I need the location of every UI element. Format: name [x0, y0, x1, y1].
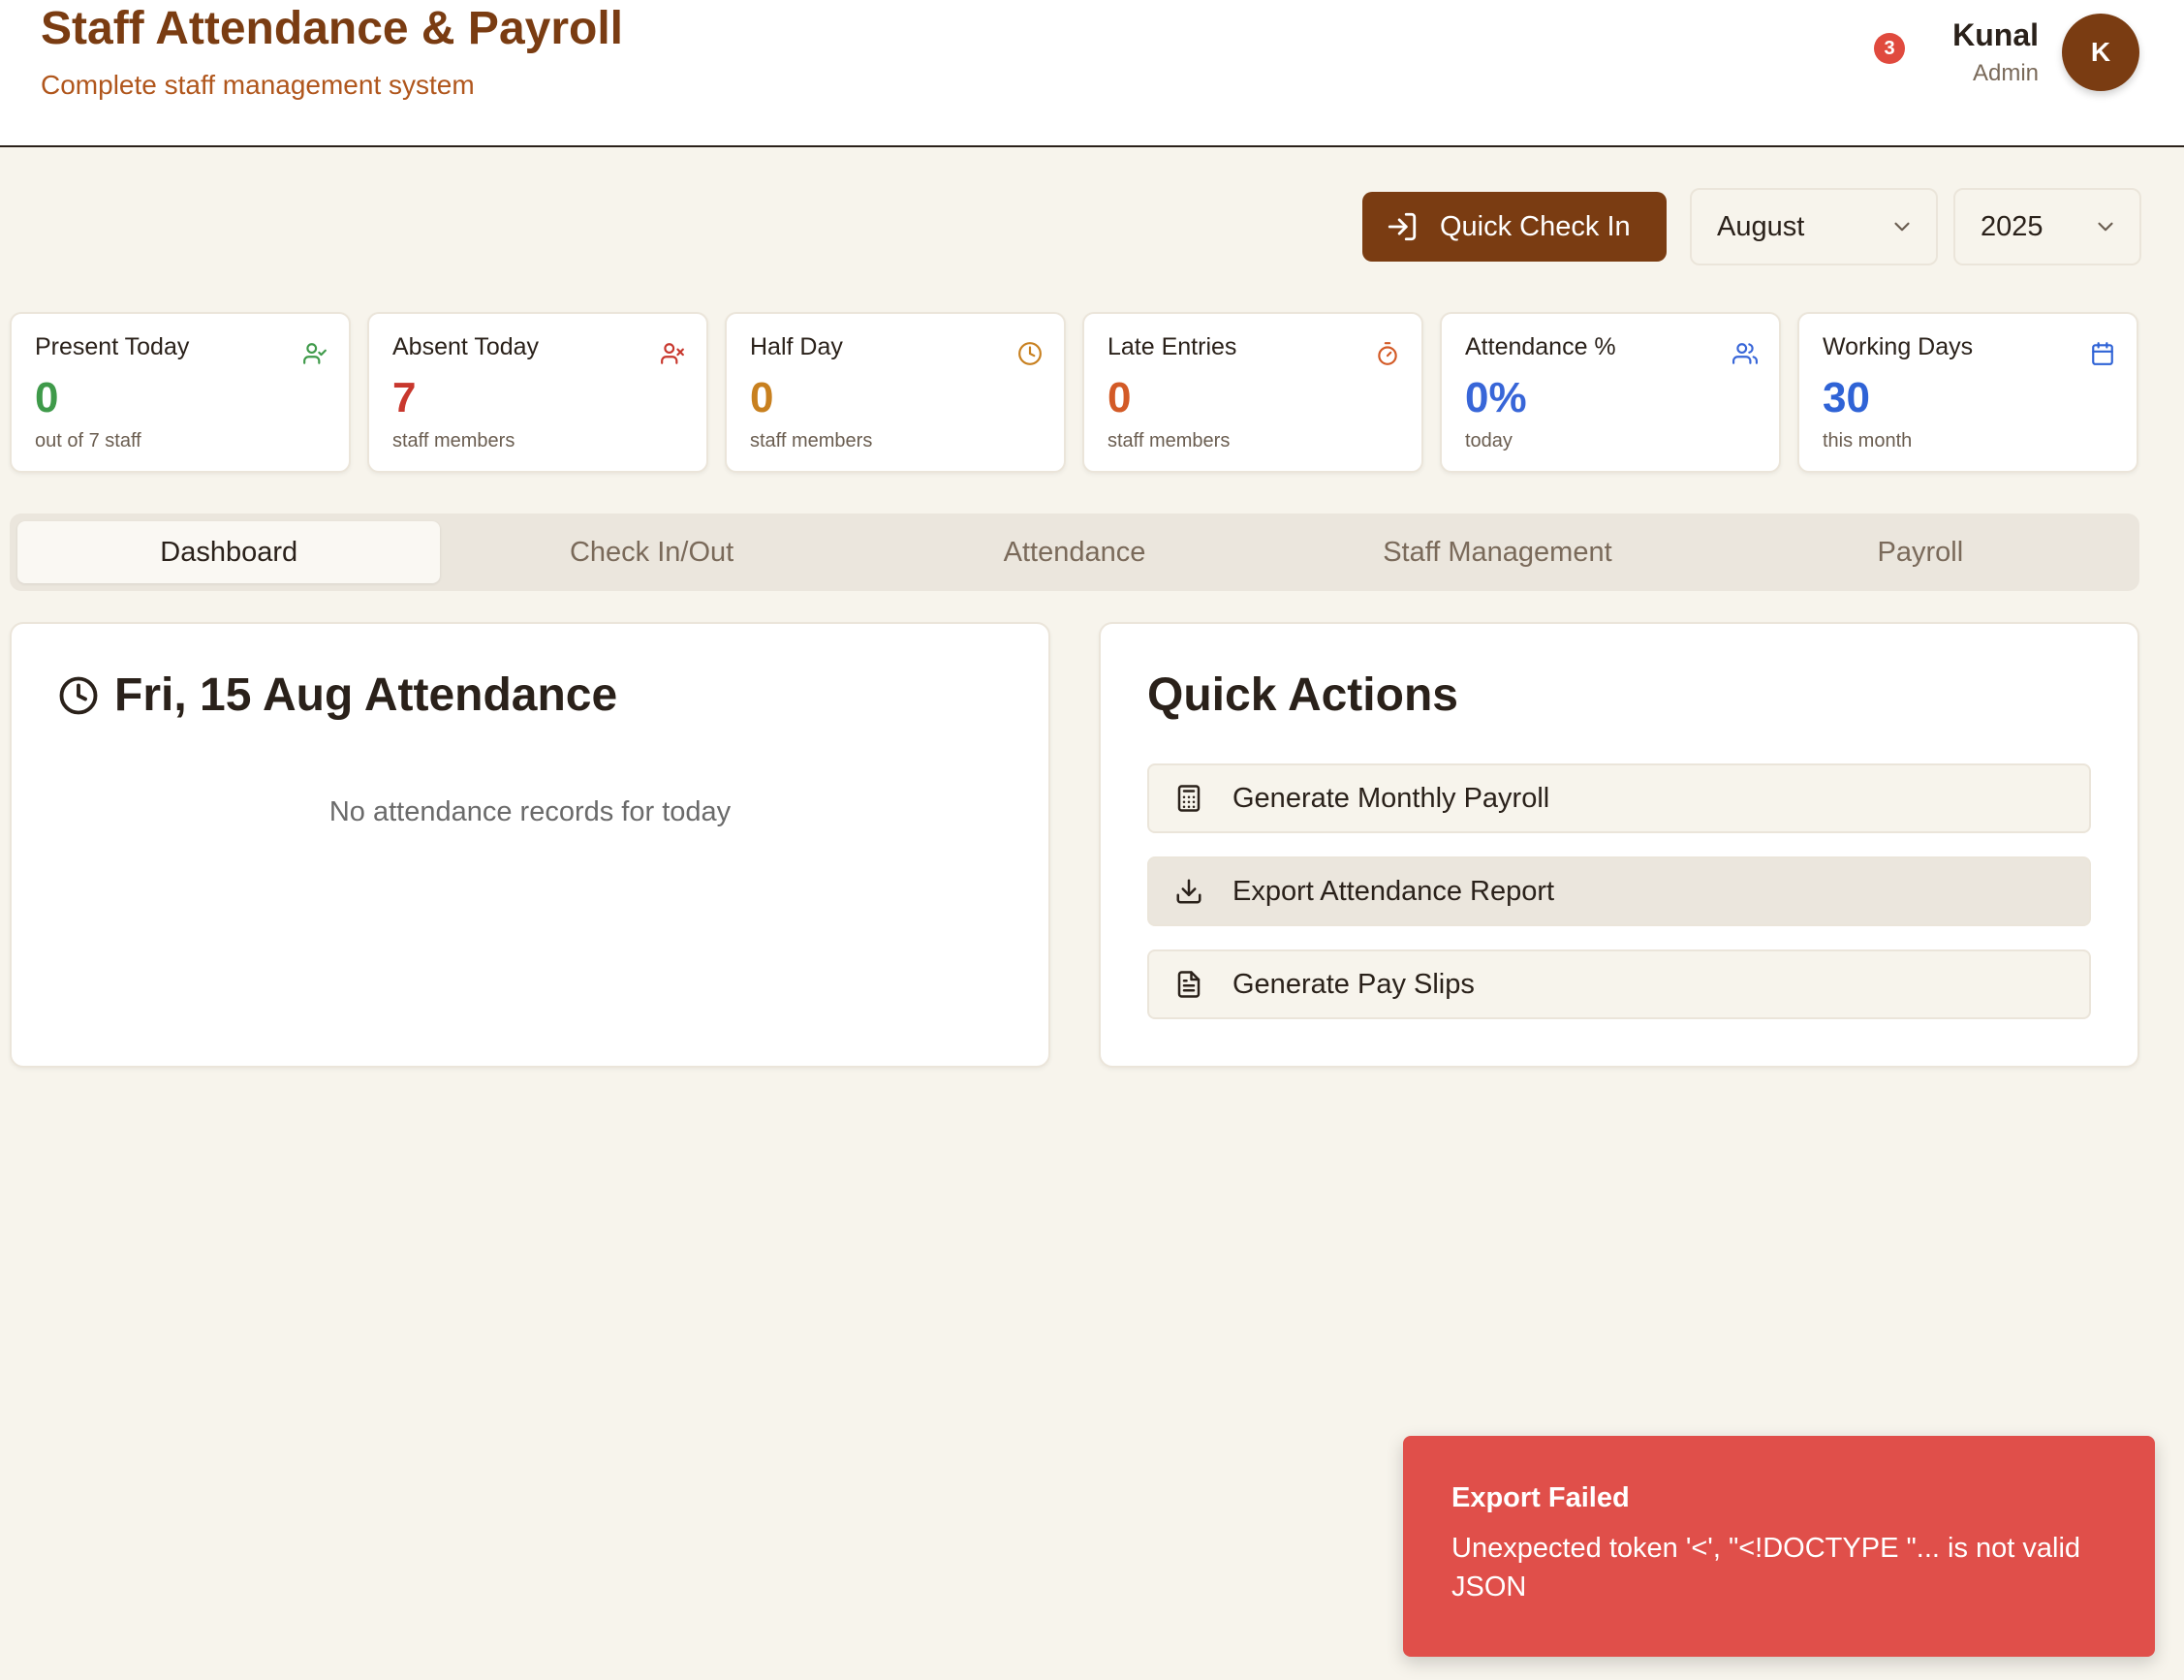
quick-actions-title: Quick Actions	[1147, 669, 1458, 721]
log-in-icon	[1388, 212, 1417, 241]
tab-check-in-out[interactable]: Check In/Out	[440, 521, 862, 583]
stat-value: 0	[1108, 374, 1132, 421]
user-x-icon	[661, 343, 684, 364]
page-subtitle: Complete staff management system	[41, 70, 475, 100]
user-check-icon	[303, 343, 327, 364]
notification-badge[interactable]: 3	[1874, 33, 1905, 64]
stat-card-working-days: Working Days 30 this month	[1797, 312, 2138, 473]
stat-label: Late Entries	[1108, 333, 1237, 360]
stat-value: 0%	[1465, 374, 1527, 421]
main-tabs: Dashboard Check In/Out Attendance Staff …	[10, 513, 2139, 591]
tab-payroll[interactable]: Payroll	[1709, 521, 2132, 583]
download-icon	[1176, 879, 1201, 904]
quick-actions-panel: Quick Actions Generate Monthly Payroll E…	[1099, 622, 2139, 1068]
page-title: Staff Attendance & Payroll	[41, 3, 624, 54]
users-icon	[1732, 343, 1758, 364]
stat-label: Attendance %	[1465, 333, 1616, 360]
stat-label: Working Days	[1823, 333, 1974, 360]
stat-card-present-today: Present Today 0 out of 7 staff	[10, 312, 351, 473]
calculator-icon	[1177, 785, 1201, 812]
stat-subtext: this month	[1823, 430, 1913, 451]
tab-dashboard[interactable]: Dashboard	[17, 521, 441, 583]
stat-subtext: staff members	[392, 430, 515, 451]
today-attendance-title: Fri, 15 Aug Attendance	[114, 669, 618, 721]
stat-label: Present Today	[35, 333, 190, 360]
year-select-value: 2025	[1981, 210, 2044, 242]
stat-label: Absent Today	[392, 333, 540, 360]
stat-card-attendance-percent: Attendance % 0% today	[1440, 312, 1781, 473]
app-header: Staff Attendance & Payroll Complete staf…	[0, 0, 2184, 147]
today-attendance-panel: Fri, 15 Aug Attendance No attendance rec…	[10, 622, 1050, 1068]
export-attendance-report-button[interactable]: Export Attendance Report	[1147, 856, 2091, 926]
timer-icon	[1378, 342, 1397, 365]
calendar-icon	[2092, 342, 2113, 365]
toast-message: Unexpected token '<', "<!DOCTYPE "... is…	[1451, 1533, 2081, 1602]
stat-subtext: today	[1465, 430, 1513, 451]
stat-subtext: out of 7 staff	[35, 430, 141, 451]
generate-monthly-payroll-label: Generate Monthly Payroll	[1232, 782, 1550, 814]
user-name: Kunal	[1952, 17, 2039, 52]
toast-title: Export Failed	[1451, 1482, 1630, 1513]
stat-card-absent-today: Absent Today 7 staff members	[367, 312, 708, 473]
year-select[interactable]: 2025	[1953, 188, 2141, 265]
error-toast[interactable]: Export Failed Unexpected token '<', "<!D…	[1403, 1436, 2155, 1657]
tab-staff-management[interactable]: Staff Management	[1286, 521, 1708, 583]
empty-state-message: No attendance records for today	[328, 796, 732, 827]
month-select-value: August	[1717, 210, 1805, 242]
quick-check-in-label: Quick Check In	[1440, 210, 1631, 242]
stat-value: 0	[750, 374, 774, 421]
stat-label: Half Day	[750, 333, 843, 360]
user-role: Admin	[1972, 60, 2039, 86]
quick-check-in-button[interactable]: Quick Check In	[1362, 192, 1667, 262]
stat-subtext: staff members	[750, 430, 873, 451]
export-attendance-report-label: Export Attendance Report	[1232, 875, 1555, 907]
generate-pay-slips-button[interactable]: Generate Pay Slips	[1147, 949, 2091, 1019]
stat-subtext: staff members	[1108, 430, 1231, 451]
today-attendance-heading: Fri, 15 Aug Attendance	[58, 669, 617, 722]
chevron-down-icon	[2098, 222, 2113, 232]
month-select[interactable]: August	[1690, 188, 1938, 265]
generate-pay-slips-label: Generate Pay Slips	[1232, 968, 1475, 1000]
app-root: Staff Attendance & Payroll Complete staf…	[0, 0, 2184, 1680]
stat-value: 0	[35, 374, 59, 421]
clock-icon	[59, 676, 98, 714]
generate-monthly-payroll-button[interactable]: Generate Monthly Payroll	[1147, 763, 2091, 833]
avatar[interactable]: K	[2062, 14, 2139, 91]
tab-attendance[interactable]: Attendance	[863, 521, 1286, 583]
chevron-down-icon	[1894, 222, 1910, 232]
file-text-icon	[1177, 971, 1201, 998]
stat-card-late-entries: Late Entries 0 staff members	[1082, 312, 1423, 473]
clock-icon	[1018, 342, 1042, 365]
stat-value: 7	[392, 374, 417, 421]
stat-value: 30	[1823, 374, 1870, 421]
stat-card-half-day: Half Day 0 staff members	[725, 312, 1066, 473]
